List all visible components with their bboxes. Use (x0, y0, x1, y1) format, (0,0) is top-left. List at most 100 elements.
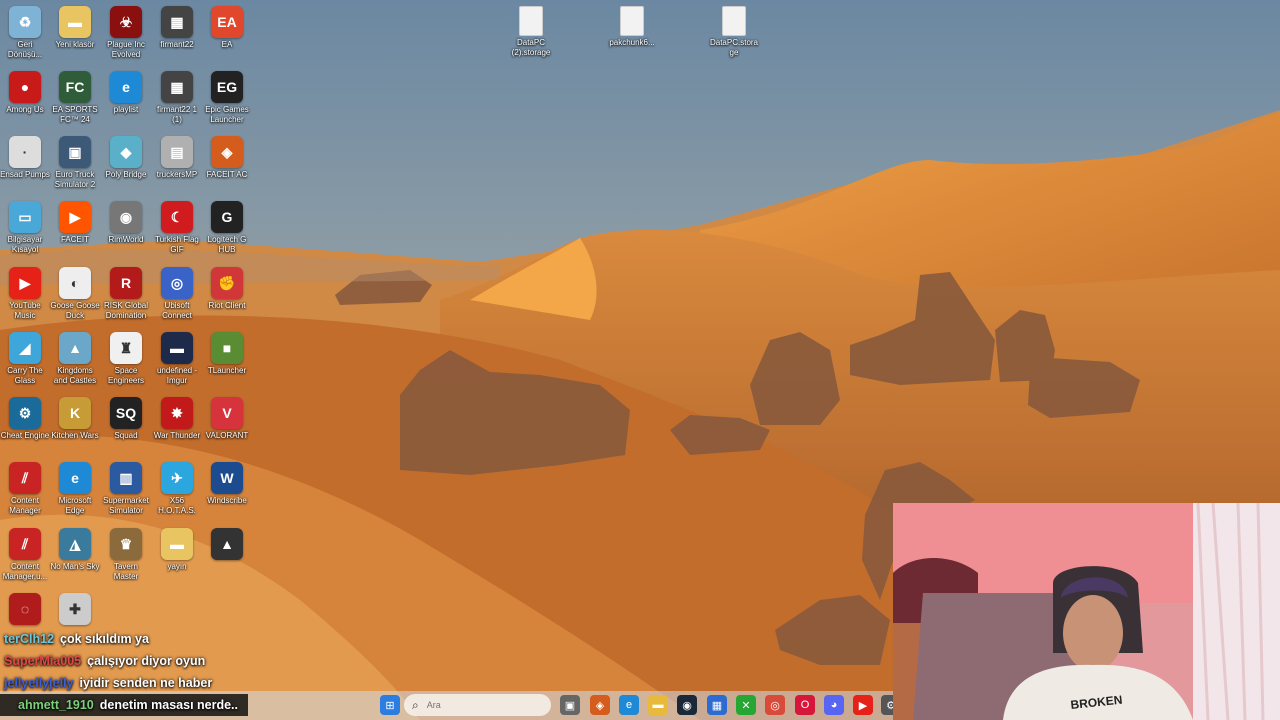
taskbar-search[interactable]: ⌕ (404, 694, 551, 716)
desktop-shortcut[interactable]: ✸ War Thunder (152, 397, 202, 441)
task-view-icon[interactable]: ▣ (560, 695, 580, 715)
file-pakchunk[interactable]: pakchunk6... (607, 6, 657, 48)
desktop-shortcut[interactable]: ◐ Goose Goose Duck (50, 267, 100, 321)
desktop-shortcut-label: Riot Client (208, 301, 246, 310)
start-button[interactable]: ⊞ (380, 695, 400, 715)
desktop-shortcut[interactable]: SQ Squad (101, 397, 151, 441)
desktop-shortcut-label: FACEIT (60, 235, 89, 244)
edge-icon[interactable]: e (619, 695, 639, 715)
desktop-shortcut[interactable]: ♻ Geri Dönüşü... (0, 6, 50, 60)
desktop-shortcut-label: Ensad Pumps (0, 170, 50, 179)
desktop-shortcut[interactable]: ◮ No Man's Sky (50, 528, 100, 572)
windscribe-icon: W (211, 462, 243, 494)
desktop-shortcut[interactable]: ▣ Euro Truck Simulator 2 (50, 136, 100, 190)
desktop-shortcut[interactable]: ▲ (202, 528, 252, 562)
content-manager-icon: ⫽ (9, 462, 41, 494)
desktop-shortcut-label: YouTube Music (9, 301, 41, 320)
desktop-shortcut[interactable]: W Windscribe (202, 462, 252, 506)
desktop-shortcut[interactable]: R RISK Global Domination (101, 267, 151, 321)
space-engineers-icon: ♜ (110, 332, 142, 364)
desktop-shortcut[interactable]: ◈ FACEIT AC (202, 136, 252, 180)
desktop-shortcut-label: Bilgisayar Kısayol (7, 235, 43, 254)
desktop-shortcut[interactable]: ▬ undefined - Imgur (152, 332, 202, 386)
desktop-shortcut[interactable]: ☾ Turkish Flag GIF (152, 201, 202, 255)
desktop-shortcut-label: RimWorld (108, 235, 144, 244)
faceit-ac-icon: ◈ (211, 136, 243, 168)
desktop-shortcut[interactable]: EG Epic Games Launcher (202, 71, 252, 125)
desktop-shortcut[interactable]: ☣ Plague Inc Evolved (101, 6, 151, 60)
desktop-shortcut-label: Goose Goose Duck (50, 301, 100, 320)
desktop-shortcut[interactable]: ♜ Space Engineers (101, 332, 151, 386)
chat-username: SuperMia005 (4, 654, 82, 668)
desktop-shortcut-label: Kingdoms and Castles (53, 366, 97, 385)
stream-chat-overlay: terClh12 çok sıkıldım ya SuperMia005 çalış… (0, 628, 249, 716)
desktop-shortcut[interactable]: ◌ (0, 593, 50, 627)
file-label: DataPC (2).storage (511, 38, 551, 57)
xbox-icon[interactable]: ✕ (736, 695, 756, 715)
desktop-shortcut[interactable]: ▦ firmant22 (152, 6, 202, 50)
desktop-shortcut[interactable]: ▥ Supermarket Simulator (101, 462, 151, 516)
desktop-shortcut-label: X56 H.O.T.A.S. (158, 496, 196, 515)
desktop-shortcut[interactable]: FC EA SPORTS FC™ 24 (50, 71, 100, 125)
desktop-shortcut[interactable]: ● Among Us (0, 71, 50, 115)
desktop-shortcut-label: Supermarket Simulator (103, 496, 149, 515)
discord-icon[interactable]: ◕ (824, 695, 844, 715)
desktop-shortcut[interactable]: ◢ Carry The Glass (0, 332, 50, 386)
store-icon[interactable]: ▦ (707, 695, 727, 715)
chat-text: çalışıyor diyor oyun (87, 654, 206, 668)
war-thunder-icon: ✸ (161, 397, 193, 429)
desktop-shortcut[interactable]: ▬ Yeni klasör (50, 6, 100, 50)
desktop-shortcut[interactable]: ▦ firmant22 1 (1) (152, 71, 202, 125)
desktop-shortcut-label: Content Manager.u... (2, 562, 48, 581)
desktop-shortcut[interactable]: ◉ RimWorld (101, 201, 151, 245)
turkish-flag-icon: ☾ (161, 201, 193, 233)
desktop-shortcut-label: Squad (114, 431, 138, 440)
chat-text: iyidir senden ne haber (79, 676, 213, 690)
desktop-shortcut-label: No Man's Sky (50, 562, 100, 571)
chrome-icon[interactable]: ◎ (765, 695, 785, 715)
desktop-shortcut[interactable]: ♛ Tavern Master (101, 528, 151, 582)
desktop-shortcut[interactable]: G Logitech G HUB (202, 201, 252, 255)
desktop-shortcut[interactable]: ■ TLauncher (202, 332, 252, 376)
desktop-shortcut-label: EA (221, 40, 233, 49)
steam-icon[interactable]: ◉ (677, 695, 697, 715)
desktop-shortcut[interactable]: ⫽ Content Manager.u... (0, 528, 50, 582)
desktop-shortcut[interactable]: ▬ yayın (152, 528, 202, 572)
desktop-shortcut[interactable]: ✊ Riot Client (202, 267, 252, 311)
tavern-master-icon: ♛ (110, 528, 142, 560)
file-datapc-storage[interactable]: DataPC.storage (709, 6, 759, 58)
desktop-shortcut[interactable]: K Kitchen Wars (50, 397, 100, 441)
file-explorer-icon[interactable]: ▬ (648, 695, 668, 715)
edge-icon: e (59, 462, 91, 494)
faceit-ac-icon[interactable]: ◈ (590, 695, 610, 715)
desktop-shortcut[interactable]: ▶ FACEIT (50, 201, 100, 245)
desktop-shortcut[interactable]: ✚ (50, 593, 100, 627)
folder-icon: ▬ (161, 528, 193, 560)
desktop-shortcut[interactable]: ◎ Ubisoft Connect (152, 267, 202, 321)
file-datapc-2-storage[interactable]: DataPC (2).storage (506, 6, 556, 58)
desktop-shortcut[interactable]: ▲ Kingdoms and Castles (50, 332, 100, 386)
desktop-shortcut[interactable]: ▭ Bilgisayar Kısayol (0, 201, 50, 255)
youtube-music-icon[interactable]: ▶ (853, 695, 873, 715)
desktop-shortcut[interactable]: ⫽ Content Manager (0, 462, 50, 516)
desktop-shortcut-label: Content Manager (9, 496, 41, 515)
desktop-shortcut[interactable]: ✈ X56 H.O.T.A.S. (152, 462, 202, 516)
desktop-shortcut-label: Kitchen Wars (51, 431, 99, 440)
desktop-shortcut[interactable]: ⚙ Cheat Engine (0, 397, 50, 441)
euro-truck-icon: ▣ (59, 136, 91, 168)
opera-icon[interactable]: O (795, 695, 815, 715)
desktop-shortcut-label: TLauncher (207, 366, 247, 375)
desktop-shortcut[interactable]: ▶ YouTube Music (0, 267, 50, 321)
search-input[interactable] (424, 699, 519, 711)
desktop-shortcut-label: firmant22 (160, 40, 194, 49)
desktop-shortcut[interactable]: · Ensad Pumps (0, 136, 50, 180)
ubisoft-icon: ◎ (161, 267, 193, 299)
desktop-shortcut[interactable]: V VALORANT (202, 397, 252, 441)
desktop-shortcut[interactable]: ▤ truckersMP (152, 136, 202, 180)
chat-message: ahmett_1910 denetim masası nerde.. (0, 694, 249, 716)
desktop-shortcut[interactable]: e Microsoft Edge (50, 462, 100, 516)
desktop-shortcut[interactable]: e playlist (101, 71, 151, 115)
desktop-shortcut[interactable]: ◆ Poly Bridge (101, 136, 151, 180)
desktop-shortcut[interactable]: EA EA (202, 6, 252, 50)
chat-text: denetim masası nerde.. (99, 698, 239, 712)
